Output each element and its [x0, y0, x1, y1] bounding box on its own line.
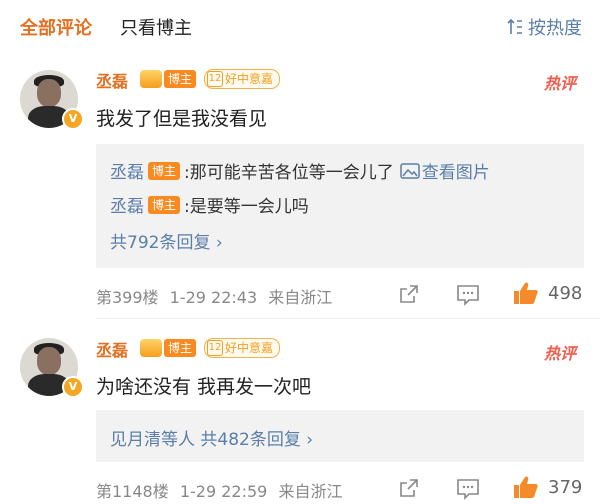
view-picture-link[interactable]: 查看图片 [400, 158, 490, 183]
comment-time: 1-29 22:59 [179, 482, 268, 501]
comment-meta: 第1148楼 1-29 22:59 来自浙江 [96, 478, 342, 502]
share-icon[interactable] [398, 477, 420, 499]
reply-box: 见月清等人 共482条回复 › [96, 410, 584, 462]
fan-badge-label: 好中意嘉 [225, 72, 274, 86]
like-count: 498 [548, 283, 583, 304]
floor-number: 第1148楼 [96, 482, 169, 501]
blogger-badge: 博主 [164, 70, 197, 88]
blogger-badge: 博主 [164, 339, 197, 357]
hot-comment-badge: 热评 [543, 74, 576, 93]
view-picture-label: 查看图片 [421, 163, 490, 183]
sort-icon [507, 18, 522, 34]
fan-badge: 12 好中意嘉 [204, 338, 281, 358]
hot-comment-badge: 热评 [543, 344, 576, 363]
reply-item: 丞磊 博主 :那可能辛苦各位等一会儿了 查看图片 [110, 158, 490, 183]
fan-badge-label: 好中意嘉 [225, 341, 274, 355]
reply-author[interactable]: 丞磊 [110, 158, 144, 183]
membership-icon [140, 339, 162, 357]
image-icon [400, 162, 420, 179]
comment-time: 1-29 22:43 [169, 288, 258, 307]
sort-label: 按热度 [528, 18, 582, 39]
tab-all-comments[interactable]: 全部评论 [20, 14, 92, 40]
comment-author[interactable]: 丞磊 [96, 68, 128, 92]
fan-badge: 12 好中意嘉 [204, 69, 281, 89]
reply-box: 丞磊 博主 :那可能辛苦各位等一会儿了 查看图片 丞磊 博主 :是要等一会儿吗 … [96, 144, 584, 268]
like-icon[interactable] [512, 280, 540, 306]
comment-meta: 第399楼 1-29 22:43 来自浙江 [96, 284, 332, 308]
sort-by-hot-button[interactable]: 按热度 [506, 14, 582, 40]
comment-icon[interactable] [456, 284, 480, 306]
reply-text: :是要等一会儿吗 [184, 197, 309, 217]
verified-icon: V [62, 376, 84, 398]
blogger-badge: 博主 [148, 195, 181, 214]
comment-icon[interactable] [456, 478, 480, 500]
share-icon[interactable] [398, 283, 420, 305]
divider [96, 318, 600, 319]
reply-item: 丞磊 博主 :是要等一会儿吗 [110, 192, 309, 217]
verified-icon: V [62, 108, 84, 130]
comment-text: 我发了但是我没看见 [96, 108, 268, 130]
membership-icon [140, 70, 162, 88]
fan-level: 12 [207, 71, 223, 87]
comment-tabs: 全部评论 只看博主 按热度 [0, 0, 600, 52]
like-count: 379 [548, 477, 583, 498]
tab-blogger-only[interactable]: 只看博主 [120, 14, 192, 40]
like-icon[interactable] [512, 474, 540, 500]
comment-text: 为啥还没有 我再发一次吧 [96, 376, 312, 398]
more-replies-link[interactable]: 见月清等人 共482条回复 › [110, 425, 313, 450]
more-replies-link[interactable]: 共792条回复 › [110, 228, 223, 253]
comment-location: 来自浙江 [268, 288, 333, 307]
comment-location: 来自浙江 [278, 482, 343, 501]
reply-author[interactable]: 丞磊 [110, 192, 144, 217]
blogger-badge: 博主 [148, 161, 181, 180]
comment-author[interactable]: 丞磊 [96, 337, 128, 361]
floor-number: 第399楼 [96, 288, 159, 307]
reply-text: :那可能辛苦各位等一会儿了 [184, 163, 394, 183]
fan-level: 12 [207, 340, 223, 356]
